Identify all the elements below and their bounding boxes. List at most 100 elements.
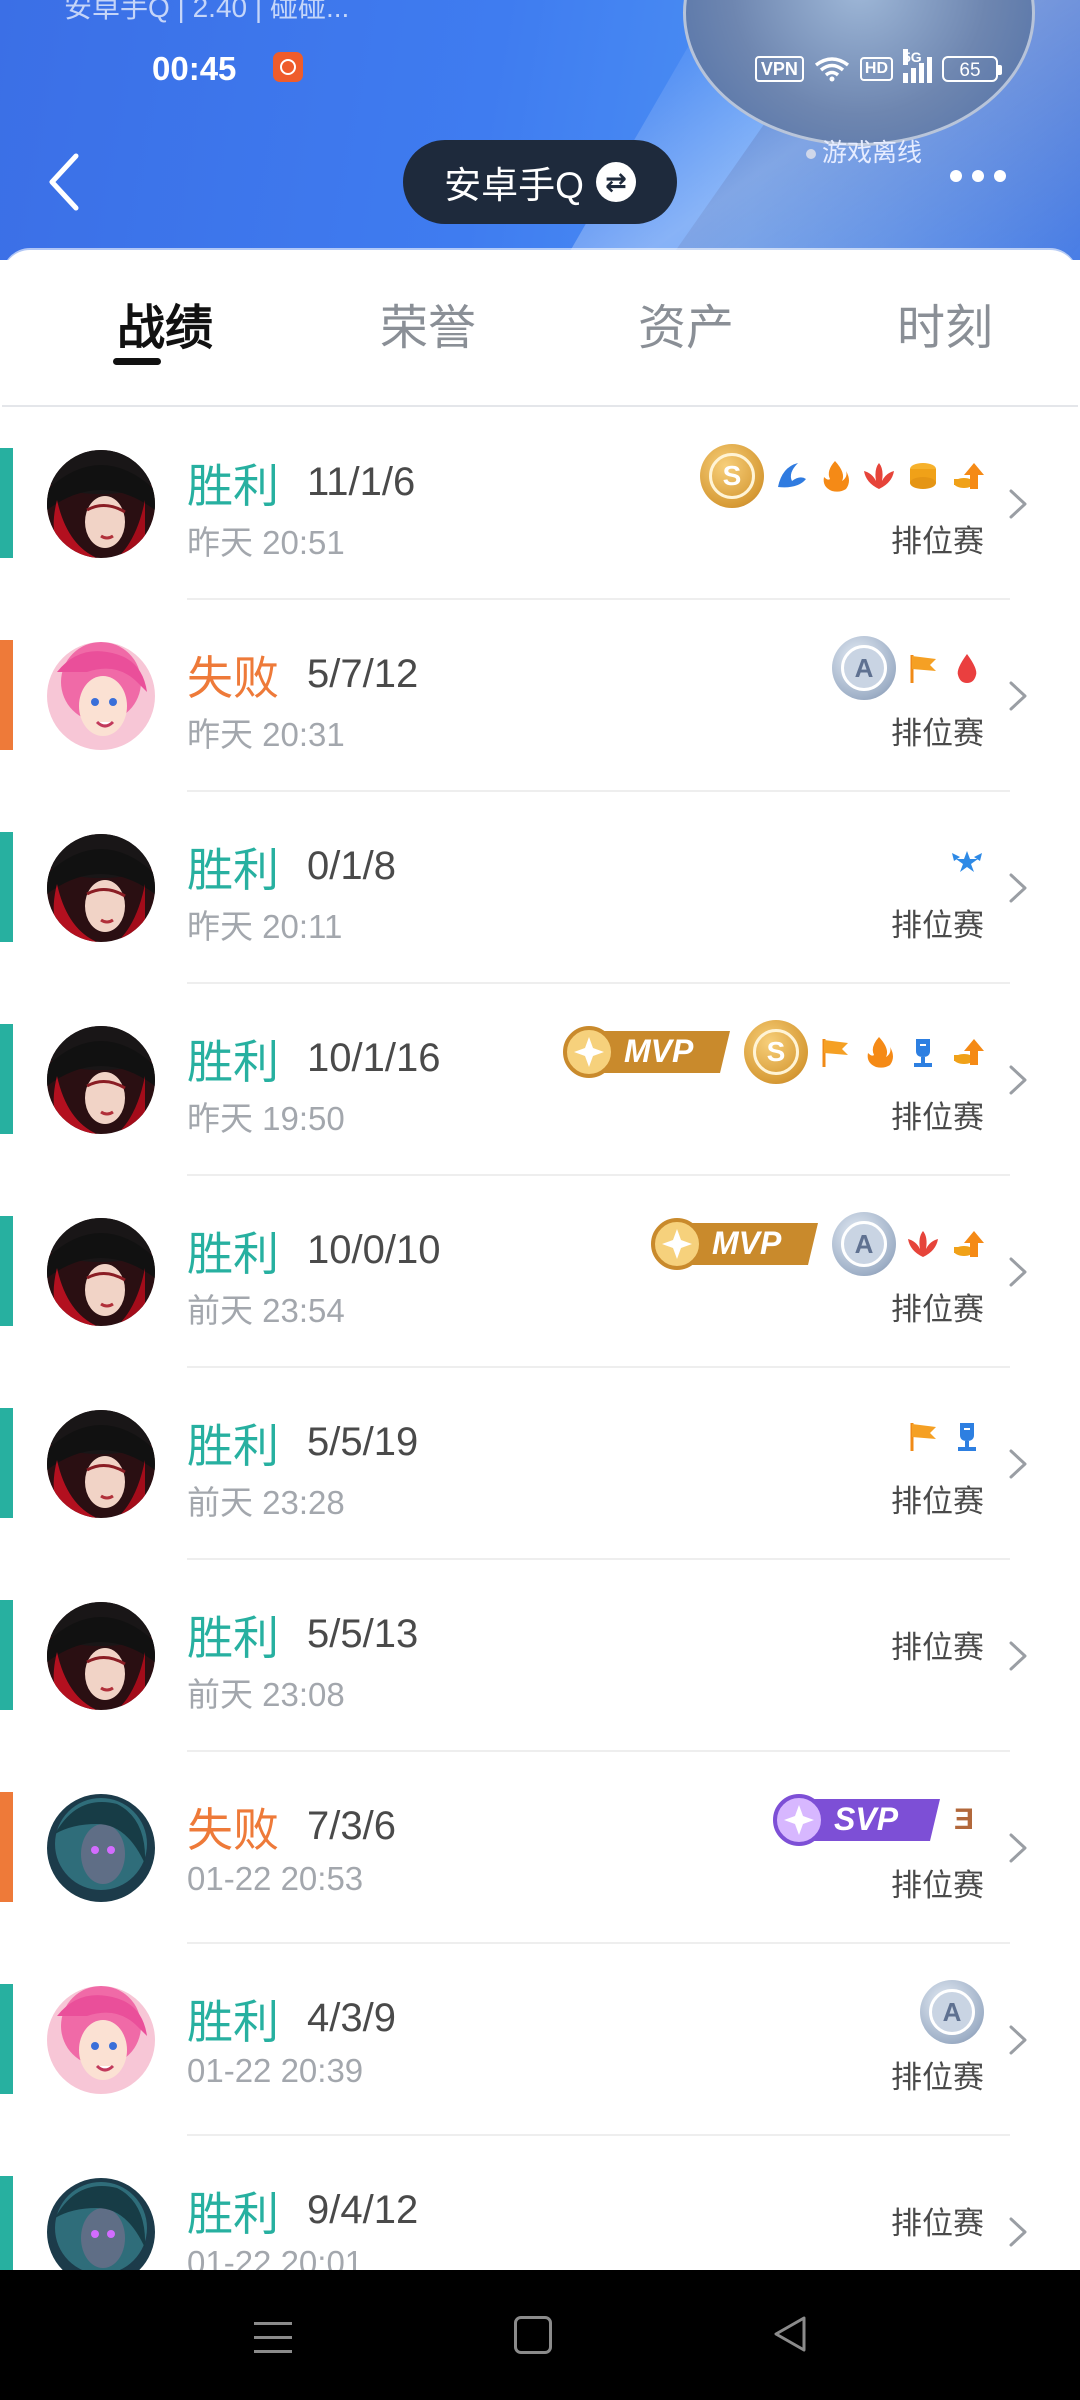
match-time: 昨天 20:11	[187, 908, 343, 945]
tab-moments[interactable]: 时刻	[897, 288, 993, 358]
hero-avatar	[47, 1218, 155, 1326]
match-row[interactable]: 胜利 4/3/9 01-22 20:39 A 排位赛	[0, 1944, 1080, 2136]
lotus-icon	[862, 459, 896, 493]
game-mode: 排位赛	[891, 1100, 984, 1135]
more-icon[interactable]	[950, 170, 1006, 182]
app-notification-icon	[273, 52, 303, 82]
match-row[interactable]: 胜利 10/1/16 昨天 19:50 MVP S 排位赛	[0, 984, 1080, 1176]
s-rating-label: S	[753, 1029, 799, 1075]
match-row[interactable]: 胜利 11/1/6 昨天 20:51 S 排位赛	[0, 408, 1080, 600]
kda: 5/5/13	[307, 1612, 419, 1656]
status-dot-icon	[806, 149, 816, 160]
hero-avatar	[47, 450, 155, 558]
system-nav-bar	[0, 2270, 1080, 2400]
account-switcher[interactable]: 安卓手Q ⇄	[403, 140, 677, 224]
trophy-icon	[906, 1035, 940, 1069]
match-badges: SVP Ǝ	[772, 1790, 984, 1850]
match-result: 失败	[187, 1804, 279, 1856]
coins-icon	[906, 459, 940, 493]
a-rating-label: A	[841, 645, 887, 691]
win-indicator	[0, 1024, 13, 1134]
kda: 10/1/16	[307, 1036, 441, 1080]
network-type: 5G	[903, 49, 922, 65]
chevron-right-icon	[1009, 1257, 1027, 1287]
upgrade-arrow-icon	[950, 459, 984, 493]
hero-avatar	[47, 1602, 155, 1710]
header: 游戏离线 安卓手Q | 2.40 | 碰碰... 00:45 VPN HD 5G…	[0, 0, 1080, 260]
offline-status-label: 游戏离线	[822, 139, 923, 167]
match-badges: MVP A	[650, 1212, 984, 1276]
game-mode: 排位赛	[891, 1630, 984, 1665]
hd-icon: HD	[859, 57, 893, 81]
fire-icon	[818, 459, 852, 493]
game-mode: 排位赛	[891, 2060, 984, 2095]
game-mode: 排位赛	[891, 1868, 984, 1903]
mvp-badge: MVP	[650, 1217, 822, 1271]
a-rating-badge: A	[832, 1212, 896, 1276]
match-badges: A	[920, 1980, 984, 2044]
chevron-right-icon	[1009, 1449, 1027, 1479]
hero-avatar	[47, 1794, 155, 1902]
match-result: 胜利	[187, 1228, 279, 1280]
match-result: 胜利	[187, 460, 279, 512]
match-time: 01-22 20:39	[187, 2052, 364, 2089]
hero-avatar	[47, 2178, 155, 2270]
battery-icon: 65	[942, 56, 1002, 82]
tab-record[interactable]: 战绩	[117, 288, 213, 358]
chevron-right-icon	[1009, 1065, 1027, 1095]
match-row[interactable]: 胜利 5/5/13 前天 23:08 排位赛	[0, 1560, 1080, 1752]
game-mode: 排位赛	[891, 2206, 984, 2241]
match-row[interactable]: 胜利 9/4/12 01-22 20:01 排位赛	[0, 2136, 1080, 2270]
hero-avatar	[47, 642, 155, 750]
match-row[interactable]: 胜利 0/1/8 昨天 20:11 排位赛	[0, 792, 1080, 984]
loss-indicator	[0, 1792, 13, 1902]
win-indicator	[0, 1216, 13, 1326]
match-row[interactable]: 胜利 10/0/10 前天 23:54 MVP A 排位赛	[0, 1176, 1080, 1368]
match-row[interactable]: 失败 5/7/12 昨天 20:31 A 排位赛	[0, 600, 1080, 792]
chevron-right-icon	[1009, 1833, 1027, 1863]
chevron-right-icon	[1009, 873, 1027, 903]
tab-bar: 战绩 荣誉 资产 时刻	[2, 250, 1078, 407]
win-indicator	[0, 832, 13, 942]
win-indicator	[0, 2176, 13, 2270]
back-icon[interactable]	[44, 152, 84, 212]
mvp-badge: MVP	[562, 1025, 734, 1079]
kda: 5/7/12	[307, 652, 419, 696]
hero-avatar	[47, 834, 155, 942]
kda: 9/4/12	[307, 2188, 419, 2232]
game-mode: 排位赛	[891, 1484, 984, 1519]
kda: 7/3/6	[307, 1804, 396, 1848]
fire-icon	[862, 1035, 896, 1069]
tab-honor[interactable]: 荣誉	[380, 288, 476, 358]
loss-indicator	[0, 640, 13, 750]
recent-apps-icon[interactable]	[254, 2322, 292, 2364]
wing-icon	[774, 459, 808, 493]
match-time: 01-22 20:01	[187, 2244, 364, 2270]
s-rating-badge: S	[744, 1020, 808, 1084]
match-time: 前天 23:54	[187, 1292, 345, 1329]
kda: 5/5/19	[307, 1420, 419, 1464]
svp-label: SVP	[834, 1801, 899, 1837]
chevron-right-icon	[1009, 681, 1027, 711]
tab-assets[interactable]: 资产	[638, 288, 734, 358]
home-icon[interactable]	[514, 2316, 552, 2354]
match-time: 昨天 20:31	[187, 716, 345, 753]
nav-back-icon[interactable]	[770, 2314, 810, 2354]
match-result: 胜利	[187, 1996, 279, 2048]
upgrade-arrow-icon	[950, 1035, 984, 1069]
game-mode: 排位赛	[891, 524, 984, 559]
cellular-signal-icon: 5G	[903, 49, 932, 83]
flag-icon	[906, 1419, 940, 1453]
a-rating-label: A	[841, 1221, 887, 1267]
account-name: 安卓手Q	[444, 165, 584, 206]
svp-badge: SVP	[772, 1793, 944, 1847]
a-rating-label: A	[929, 1989, 975, 2035]
chevron-right-icon	[1009, 2217, 1027, 2247]
hero-avatar	[47, 1986, 155, 2094]
match-result: 胜利	[187, 1420, 279, 1472]
match-row[interactable]: 失败 7/3/6 01-22 20:53 SVP Ǝ 排位赛	[0, 1752, 1080, 1944]
match-time: 01-22 20:53	[187, 1860, 364, 1897]
match-row[interactable]: 胜利 5/5/19 前天 23:28 排位赛	[0, 1368, 1080, 1560]
swap-icon: ⇄	[595, 162, 636, 202]
match-badges	[950, 830, 984, 890]
